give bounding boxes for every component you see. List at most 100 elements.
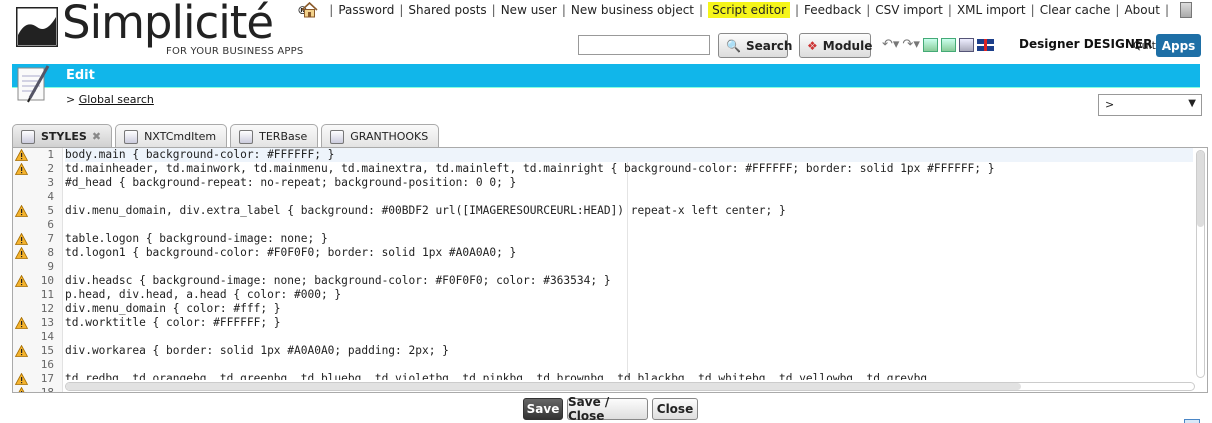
warning-icon[interactable] (15, 386, 28, 392)
line-number: 15 (13, 344, 62, 358)
code-line[interactable]: td.mainheader, td.mainwork, td.mainmenu,… (65, 162, 1193, 176)
line-number-text: 18 (40, 386, 54, 393)
nav-new-user[interactable]: New user (501, 3, 557, 17)
code-line[interactable]: body.main { background-color: #FFFFFF; } (65, 148, 1193, 162)
horizontal-scrollbar[interactable] (65, 382, 1195, 391)
simplicite-logo[interactable]: Simplicité ® FOR YOUR BUSINESS APPS (14, 0, 314, 60)
warning-icon[interactable] (14, 372, 29, 385)
code-line[interactable] (65, 330, 1193, 344)
warning-icon[interactable] (14, 162, 29, 175)
code-line[interactable]: div.menu_domain, div.extra_label { backg… (65, 204, 1193, 218)
code-line[interactable]: td.redbg, td.orangebg, td.greenbg, td.bl… (65, 372, 1193, 380)
tab-granthooks[interactable]: GRANTHOOKS (321, 124, 440, 148)
search-button[interactable]: 🔍 Search (718, 33, 792, 58)
code-line[interactable]: #d_head { background-repeat: no-repeat; … (65, 176, 1193, 190)
vertical-scroll-thumb[interactable] (1197, 151, 1204, 227)
warning-icon[interactable] (14, 246, 29, 259)
line-number: 13 (13, 316, 62, 330)
nav-shared-posts[interactable]: Shared posts (408, 3, 486, 17)
code-line[interactable]: div.menu_domain { color: #fff; } (65, 302, 1193, 316)
breadcrumb-global-search[interactable]: Global search (79, 93, 154, 106)
vertical-scrollbar[interactable] (1196, 150, 1205, 378)
save-close-button[interactable]: Save / Close (567, 395, 648, 423)
script-file-icon (330, 129, 345, 144)
warning-icon[interactable] (14, 204, 29, 217)
line-number: 5 (13, 204, 62, 218)
line-number-text: 6 (47, 218, 54, 231)
code-line[interactable]: div.workarea { border: solid 1px #A0A0A0… (65, 344, 1193, 358)
code-line[interactable]: div.headsc { background-image: none; bac… (65, 274, 1193, 288)
navigation-select[interactable]: > ▼ (1098, 94, 1202, 116)
code-line[interactable] (65, 190, 1193, 204)
line-number-text: 11 (40, 288, 54, 301)
tab-nxtcmditem-label: NXTCmdItem (144, 130, 217, 143)
code-line[interactable]: table.logon { background-image: none; } (65, 232, 1193, 246)
line-number-text: 1 (47, 148, 54, 161)
left-panel-icon[interactable] (922, 37, 938, 52)
nav-clear-cache[interactable]: Clear cache (1040, 3, 1111, 17)
search-input[interactable] (578, 35, 710, 55)
warning-icon[interactable] (14, 274, 29, 287)
line-number: 7 (13, 232, 62, 246)
warning-icon[interactable] (14, 232, 29, 245)
apps-button[interactable]: Apps (1156, 34, 1201, 57)
line-number-text: 17 (40, 372, 54, 385)
script-file-icon (21, 129, 35, 144)
nav-feedback[interactable]: Feedback (804, 3, 861, 17)
line-number-text: 14 (40, 330, 54, 343)
code-line[interactable]: p.head, div.head, a.head { color: #000; … (65, 288, 1193, 302)
line-number: 4 (13, 190, 62, 204)
nav-script-editor[interactable]: Script editor (708, 2, 790, 18)
nav-password[interactable]: Password (338, 3, 394, 17)
line-number-text: 5 (47, 204, 54, 217)
quit-link[interactable]: Quit (1133, 39, 1156, 52)
code-line[interactable]: td.logon1 { background-color: #F0F0F0; b… (65, 246, 1193, 260)
nav-new-business-object[interactable]: New business object (571, 3, 694, 17)
line-number: 9 (13, 260, 62, 274)
line-number: 17 (13, 372, 62, 386)
line-number: 10 (13, 274, 62, 288)
code-line[interactable] (65, 218, 1193, 232)
close-button[interactable]: Close (652, 398, 698, 420)
page: Simplicité ® FOR YOUR BUSINESS APPS | Pa… (0, 0, 1212, 423)
user-card-icon[interactable] (958, 37, 974, 52)
tab-styles[interactable]: STYLES ✖ (12, 124, 113, 148)
line-number-text: 15 (40, 344, 54, 357)
line-number-text: 12 (40, 302, 54, 315)
logo-mark-icon (16, 7, 58, 47)
edit-title: Edit (66, 68, 95, 83)
nav-xml-import[interactable]: XML import (957, 3, 1026, 17)
home-icon[interactable] (301, 2, 318, 18)
code-line[interactable] (65, 358, 1193, 372)
navigation-select-value: > (1105, 98, 1115, 111)
warning-icon[interactable] (14, 148, 29, 161)
uk-flag-icon[interactable] (976, 38, 994, 51)
line-number-text: 13 (40, 316, 54, 329)
close-tab-icon[interactable]: ✖ (92, 130, 101, 143)
redo-icon[interactable]: ↷▾ (902, 37, 919, 52)
code-line[interactable]: td.worktitle { color: #FFFFFF; } (65, 316, 1193, 330)
code-line[interactable] (65, 260, 1193, 274)
logo-wordmark: Simplicité (62, 0, 274, 49)
right-panel-icon[interactable] (940, 37, 956, 52)
module-button[interactable]: ❖ Module (799, 33, 872, 58)
line-number-text: 2 (47, 162, 54, 175)
line-number: 12 (13, 302, 62, 316)
line-number-text: 4 (47, 190, 54, 203)
code-editor[interactable]: 1 2 3 4 5 6 7 8 9 10 11 12 13 14 15 16 17 18 body.main { … (12, 147, 1208, 393)
line-number-text: 16 (40, 358, 54, 371)
document-icon[interactable] (1180, 2, 1192, 18)
tab-terbase[interactable]: TERBase (230, 124, 319, 148)
window-icon[interactable] (1184, 419, 1200, 423)
save-button[interactable]: Save (523, 398, 563, 420)
nav-csv-import[interactable]: CSV import (875, 3, 943, 17)
horizontal-scroll-thumb[interactable] (66, 383, 1021, 390)
undo-icon[interactable]: ↶▾ (882, 37, 899, 52)
tab-nxtcmditem[interactable]: NXTCmdItem (115, 124, 228, 148)
line-number: 11 (13, 288, 62, 302)
warning-icon[interactable] (14, 316, 29, 329)
nav-about[interactable]: About (1124, 3, 1159, 17)
code-content[interactable]: body.main { background-color: #FFFFFF; }… (65, 148, 1193, 380)
warning-icon[interactable] (14, 344, 29, 357)
top-navigation: | Password | Shared posts | New user | N… (301, 1, 1192, 19)
